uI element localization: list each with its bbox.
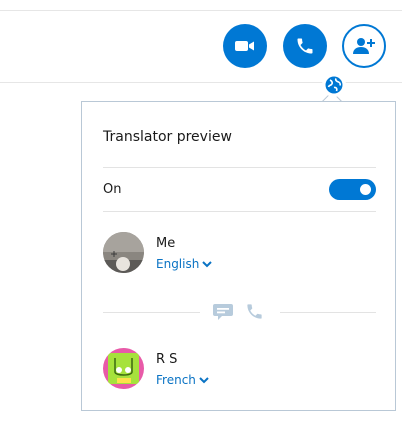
divider bbox=[103, 167, 376, 168]
language-selector-me[interactable]: English bbox=[156, 257, 213, 271]
avatar-me bbox=[103, 232, 144, 273]
top-divider bbox=[0, 10, 402, 11]
avatar-contact bbox=[103, 348, 144, 389]
divider bbox=[280, 312, 376, 313]
participant-name: R S bbox=[156, 352, 178, 367]
toggle-label: On bbox=[103, 182, 122, 197]
translator-popover: Translator preview On Me English R S Fre… bbox=[81, 101, 396, 411]
video-call-button[interactable] bbox=[223, 24, 267, 68]
language-label: English bbox=[156, 257, 200, 271]
popover-title: Translator preview bbox=[103, 129, 232, 145]
language-label: French bbox=[156, 373, 196, 387]
phone-icon bbox=[245, 302, 264, 325]
chat-bubble-icon bbox=[212, 302, 234, 326]
add-person-icon bbox=[353, 38, 375, 54]
divider bbox=[103, 312, 200, 313]
translator-toggle[interactable] bbox=[329, 179, 376, 200]
divider bbox=[103, 211, 376, 212]
toggle-knob bbox=[360, 184, 371, 195]
chevron-down-icon bbox=[202, 260, 213, 267]
chevron-down-icon bbox=[199, 376, 209, 383]
phone-icon bbox=[297, 38, 313, 54]
translator-button[interactable] bbox=[322, 73, 346, 97]
video-camera-icon bbox=[235, 41, 254, 51]
add-people-button[interactable] bbox=[342, 24, 386, 68]
participant-name: Me bbox=[156, 236, 176, 251]
language-selector-contact[interactable]: French bbox=[156, 373, 209, 387]
audio-call-button[interactable] bbox=[283, 24, 327, 68]
globe-icon bbox=[325, 76, 343, 94]
